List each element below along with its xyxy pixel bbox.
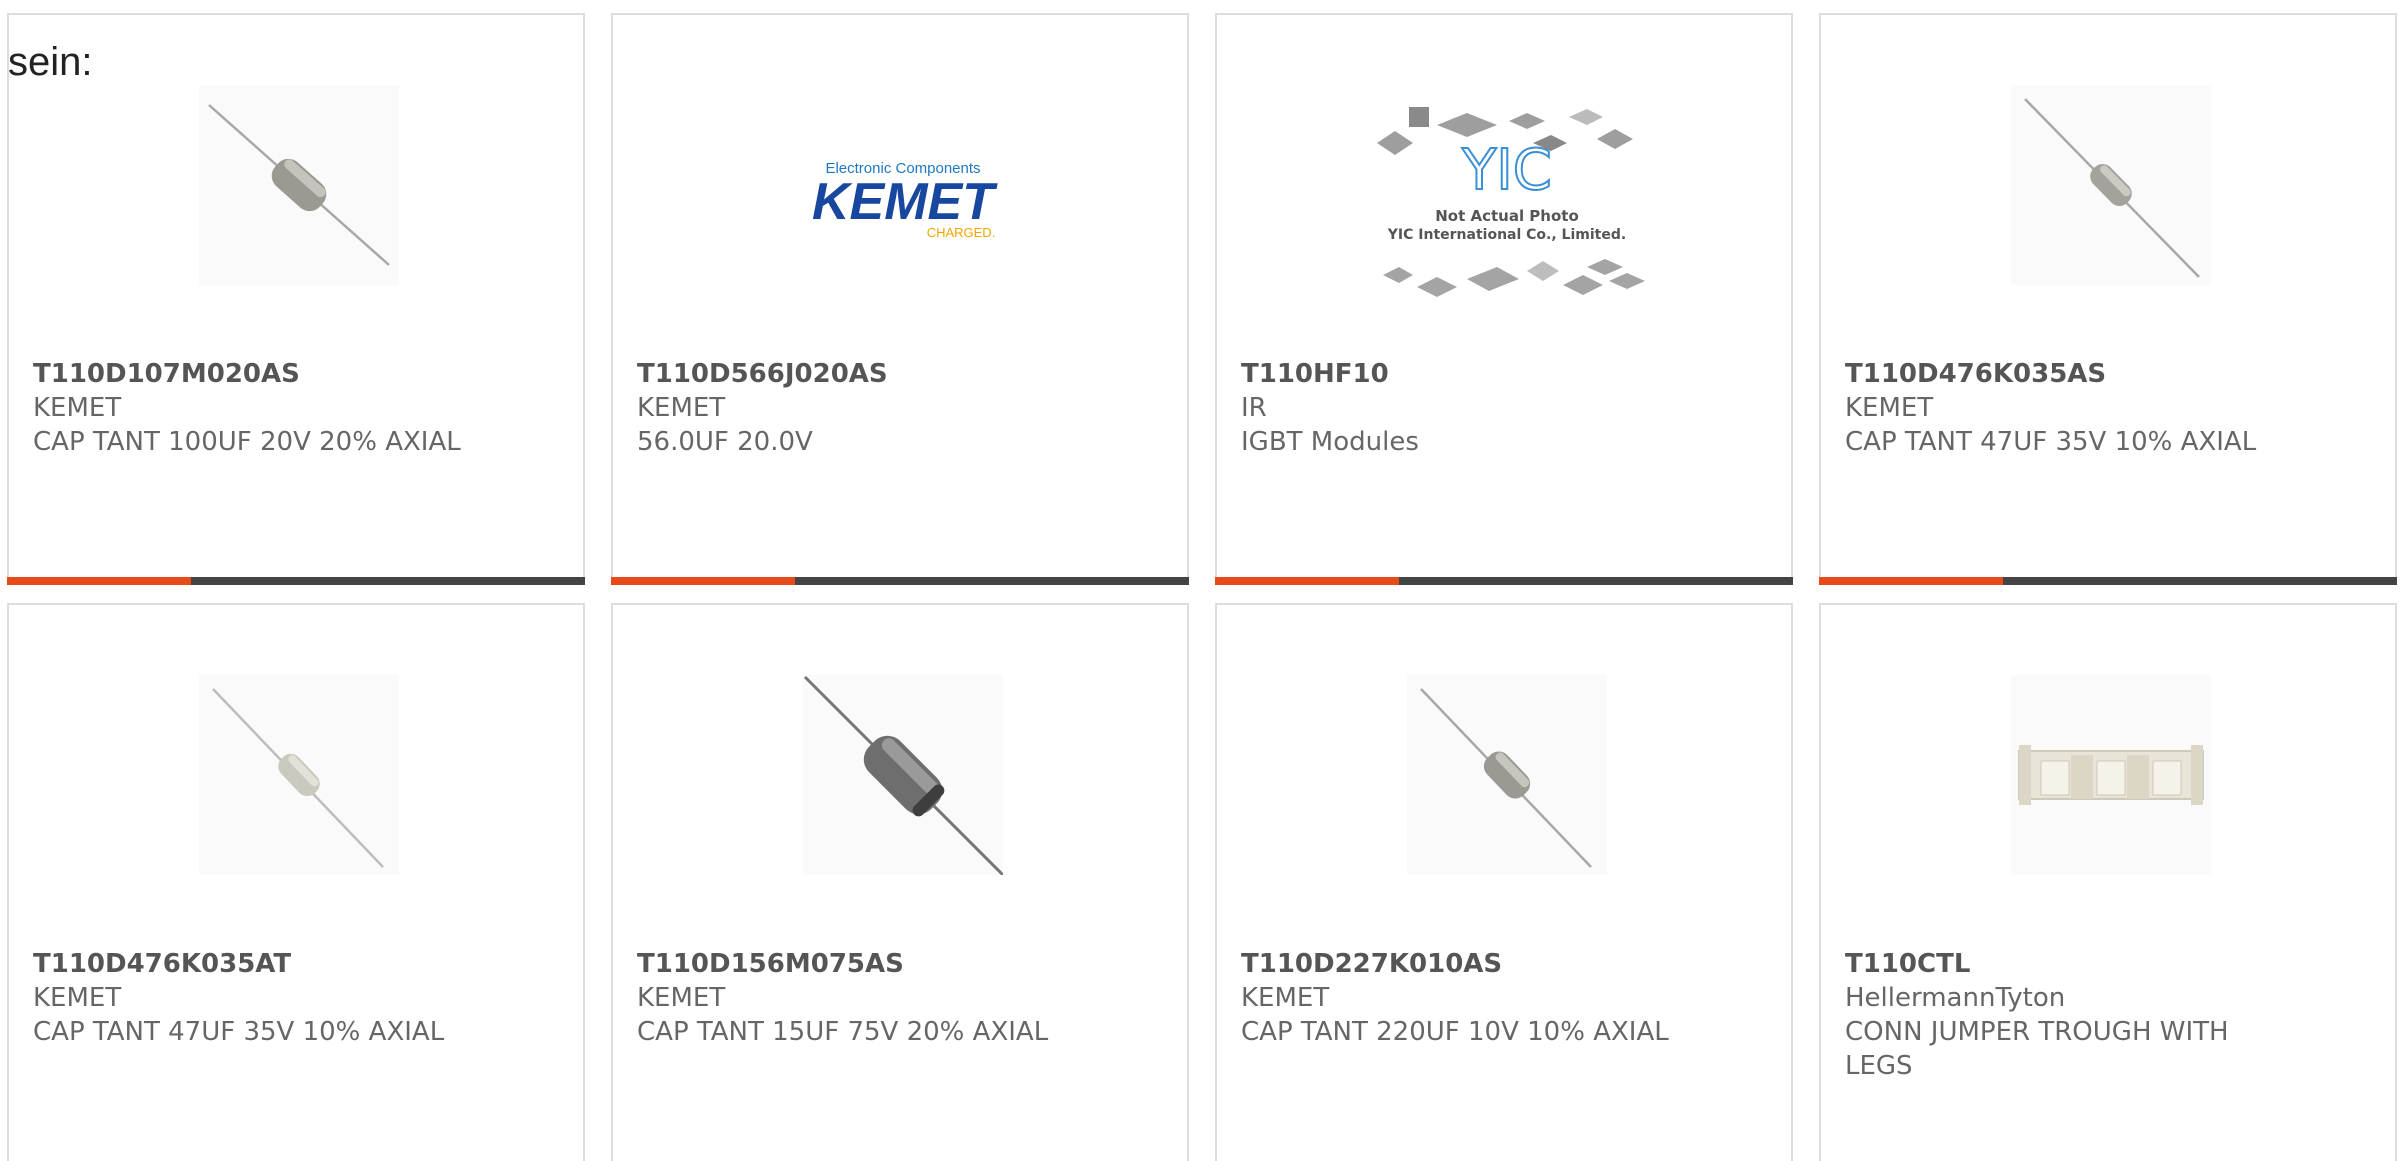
description: CAP TANT 100UF 20V 20% AXIAL <box>33 427 461 457</box>
product-image[interactable] <box>2011 675 2211 875</box>
product-card[interactable]: T110D476K035AS KEMET CAP TANT 47UF 35V 1… <box>1819 13 2397 585</box>
product-image[interactable] <box>199 85 399 285</box>
description: CONN JUMPER TROUGH WITH LEGS <box>1845 1017 2229 1081</box>
not-actual-photo-text: Not Actual Photo <box>1435 207 1579 225</box>
manufacturer: KEMET <box>33 983 122 1013</box>
product-image[interactable] <box>2011 85 2211 285</box>
product-card[interactable]: T110D476K035AT KEMET CAP TANT 47UF 35V 1… <box>7 603 585 1161</box>
description: CAP TANT 15UF 75V 20% AXIAL <box>637 1017 1049 1047</box>
product-card[interactable]: YIC Not Actual Photo YIC International C… <box>1215 13 1793 585</box>
part-number-link[interactable]: T110HF10 <box>1241 357 1761 391</box>
part-number-link[interactable]: T110D227K010AS <box>1241 947 1761 981</box>
manufacturer: HellermannTyton <box>1845 983 2066 1013</box>
description: CAP TANT 47UF 35V 10% AXIAL <box>33 1017 445 1047</box>
product-image[interactable]: Electronic Components KEMET CHARGED. <box>743 65 1063 325</box>
product-card[interactable]: T110D227K010AS KEMET CAP TANT 220UF 10V … <box>1215 603 1793 1161</box>
product-image[interactable] <box>199 675 399 875</box>
intro-text: sein: <box>8 40 93 84</box>
manufacturer: KEMET <box>1241 983 1330 1013</box>
card-accent-bar <box>1215 577 1793 585</box>
card-accent-bar <box>611 577 1189 585</box>
product-card[interactable]: Electronic Components KEMET CHARGED. T11… <box>611 13 1189 585</box>
description: CAP TANT 47UF 35V 10% AXIAL <box>1845 427 2257 457</box>
description: IGBT Modules <box>1241 427 1419 457</box>
yic-logo: YIC <box>1461 138 1552 203</box>
product-card[interactable]: T110D107M020AS KEMET CAP TANT 100UF 20V … <box>7 13 585 585</box>
description: 56.0UF 20.0V <box>637 427 813 457</box>
product-image[interactable]: YIC Not Actual Photo YIC International C… <box>1347 65 1667 325</box>
part-number-link[interactable]: T110D476K035AS <box>1845 357 2365 391</box>
manufacturer: KEMET <box>33 393 122 423</box>
manufacturer: KEMET <box>1845 393 1934 423</box>
product-image[interactable] <box>803 675 1003 875</box>
part-number-link[interactable]: T110CTL <box>1845 947 2365 981</box>
part-number-link[interactable]: T110D107M020AS <box>33 357 553 391</box>
part-number-link[interactable]: T110D156M075AS <box>637 947 1157 981</box>
card-accent-bar <box>7 577 585 585</box>
manufacturer: KEMET <box>637 983 726 1013</box>
yic-company-text: YIC International Co., Limited. <box>1387 227 1626 243</box>
part-number-link[interactable]: T110D566J020AS <box>637 357 1157 391</box>
product-image[interactable] <box>1407 675 1607 875</box>
product-card[interactable]: T110CTL HellermannTyton CONN JUMPER TROU… <box>1819 603 2397 1161</box>
manufacturer: KEMET <box>637 393 726 423</box>
product-card[interactable]: T110D156M075AS KEMET CAP TANT 15UF 75V 2… <box>611 603 1189 1161</box>
description: CAP TANT 220UF 10V 10% AXIAL <box>1241 1017 1669 1047</box>
kemet-logo-sub: CHARGED. <box>927 225 996 240</box>
kemet-logo-name: KEMET <box>812 173 998 231</box>
product-grid-page: sein: T110D107M020AS KEMET CAP TANT 100U… <box>0 0 2400 1161</box>
card-accent-bar <box>1819 577 2397 585</box>
part-number-link[interactable]: T110D476K035AT <box>33 947 553 981</box>
manufacturer: IR <box>1241 393 1267 423</box>
